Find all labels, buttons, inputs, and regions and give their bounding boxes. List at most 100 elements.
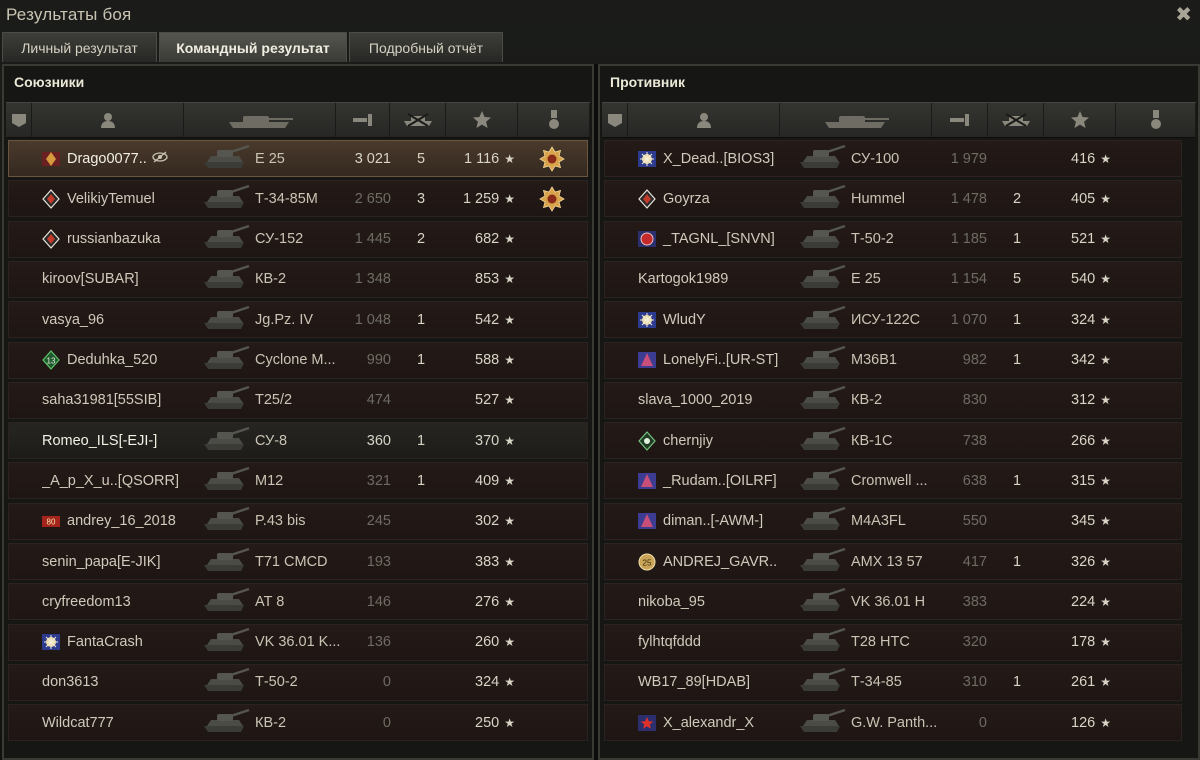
experience-cell: 1 116 ★ bbox=[449, 141, 515, 176]
kills-value: 1 bbox=[1012, 472, 1022, 489]
player-name[interactable]: WB17_89[HDAB] bbox=[638, 674, 750, 690]
close-icon[interactable]: ✖ bbox=[1175, 2, 1192, 27]
player-name[interactable]: ANDREJ_GAVR.. bbox=[663, 554, 777, 570]
column-header-experience-star[interactable] bbox=[446, 103, 518, 137]
player-name[interactable]: Kartogok1989 bbox=[638, 271, 728, 287]
player-name[interactable]: vasya_96 bbox=[42, 312, 104, 328]
column-header-medal[interactable] bbox=[1116, 103, 1196, 137]
player-row[interactable]: vasya_96 Jg.Pz. IV 1 048 1 542 ★ bbox=[8, 301, 588, 339]
vehicle-name: T28 HTC bbox=[851, 634, 910, 651]
player-name[interactable]: andrey_16_2018 bbox=[67, 513, 176, 529]
kills-value bbox=[989, 141, 1045, 176]
player-row[interactable]: Romeo_ILS[-EJI-] СУ-8 360 1 370 ★ bbox=[8, 422, 588, 460]
player-row[interactable]: don3613 Т-50-2 0 324 ★ bbox=[8, 663, 588, 701]
column-header-kills[interactable] bbox=[390, 103, 446, 137]
column-header-player[interactable] bbox=[628, 103, 780, 137]
player-row[interactable]: _TAGNL_[SNVN] Т-50-2 1 185 1 521 ★ bbox=[604, 220, 1182, 258]
player-row[interactable]: 80 andrey_16_2018 P.43 bis 245 302 ★ bbox=[8, 502, 588, 540]
player-name[interactable]: Drago0077.. bbox=[67, 151, 147, 167]
player-name[interactable]: cryfreedom13 bbox=[42, 594, 131, 610]
player-name[interactable]: russianbazuka bbox=[67, 231, 161, 247]
player-row[interactable]: LonelyFi..[UR-ST] M36B1 982 1 342 ★ bbox=[604, 341, 1182, 379]
experience-cell: 126 ★ bbox=[1045, 705, 1111, 740]
column-header-platoon[interactable] bbox=[6, 103, 32, 137]
player-row[interactable]: WB17_89[HDAB] Т-34-85 310 1 261 ★ bbox=[604, 663, 1182, 701]
column-header-kills[interactable] bbox=[988, 103, 1044, 137]
tab-team-result[interactable]: Командный результат bbox=[159, 32, 347, 62]
experience-value: 682 bbox=[475, 231, 500, 248]
player-name[interactable]: senin_papa[E-JIK] bbox=[42, 554, 161, 570]
player-row[interactable]: Wildcat777 КВ-2 0 250 ★ bbox=[8, 704, 588, 742]
player-name[interactable]: _TAGNL_[SNVN] bbox=[663, 231, 775, 247]
column-header-experience-star[interactable] bbox=[1044, 103, 1116, 137]
player-row[interactable]: fylhtqfddd T28 HTC 320 178 ★ bbox=[604, 623, 1182, 661]
player-name[interactable]: Wildcat777 bbox=[42, 715, 114, 731]
column-header-medal[interactable] bbox=[518, 103, 590, 137]
player-name[interactable]: kiroov[SUBAR] bbox=[42, 271, 139, 287]
player-name[interactable]: VelikiyTemuel bbox=[67, 191, 155, 207]
player-name[interactable]: slava_1000_2019 bbox=[638, 392, 753, 408]
player-row[interactable]: 13 Deduhka_520 Cyclone M... 990 1 588 ★ bbox=[8, 341, 588, 379]
player-row[interactable]: diman..[-AWM-] M4A3FL 550 345 ★ bbox=[604, 502, 1182, 540]
player-row[interactable]: _Rudam..[OILRF] Cromwell ... 638 1 315 ★ bbox=[604, 462, 1182, 500]
tab-personal-result[interactable]: Личный результат bbox=[2, 32, 157, 62]
window-title: Результаты боя bbox=[6, 5, 132, 24]
player-name[interactable]: fylhtqfddd bbox=[638, 634, 701, 650]
player-row[interactable]: VelikiyTemuel Т-34-85М 2 650 3 1 259 ★ bbox=[8, 180, 588, 218]
player-name[interactable]: diman..[-AWM-] bbox=[663, 513, 763, 529]
player-row[interactable]: 25 ANDREJ_GAVR.. AMX 13 57 417 1 326 ★ bbox=[604, 543, 1182, 580]
player-name[interactable]: Deduhka_520 bbox=[67, 352, 157, 368]
player-row[interactable]: saha31981[55SIB] T25/2 474 527 ★ bbox=[8, 381, 588, 419]
player-name[interactable]: saha31981[55SIB] bbox=[42, 392, 161, 408]
vehicle-icon bbox=[201, 222, 255, 256]
column-header-player[interactable] bbox=[32, 103, 184, 137]
damage-value: 990 bbox=[366, 352, 391, 368]
kills-value bbox=[989, 383, 1045, 418]
column-header-platoon[interactable] bbox=[602, 103, 628, 137]
player-name[interactable]: chernjiy bbox=[663, 433, 713, 449]
experience-value: 315 bbox=[1071, 472, 1096, 489]
player-name[interactable]: Romeo_ILS[-EJI-] bbox=[42, 433, 157, 449]
player-name[interactable]: LonelyFi..[UR-ST] bbox=[663, 352, 778, 368]
kills-value: 3 bbox=[416, 190, 426, 207]
player-name[interactable]: WludY bbox=[663, 312, 706, 328]
player-name[interactable]: _Rudam..[OILRF] bbox=[663, 473, 777, 489]
player-name[interactable]: X_alexandr_X bbox=[663, 715, 754, 731]
experience-value: 588 bbox=[475, 352, 500, 368]
player-row[interactable]: X_Dead..[BIOS3] СУ-100 1 979 416 ★ bbox=[604, 140, 1182, 177]
medal-award-icon[interactable] bbox=[539, 181, 569, 216]
vehicle-name: AT 8 bbox=[255, 593, 285, 610]
player-row[interactable]: FantaCrash VK 36.01 K... 136 260 ★ bbox=[8, 623, 588, 661]
damage-value: 982 bbox=[962, 352, 987, 368]
allies-column-header bbox=[6, 102, 590, 138]
player-row[interactable]: X_alexandr_X G.W. Panth... 0 126 ★ bbox=[604, 704, 1182, 742]
column-header-tank[interactable] bbox=[184, 103, 336, 137]
vehicle-icon bbox=[201, 464, 255, 498]
player-name[interactable]: don3613 bbox=[42, 674, 98, 690]
player-row[interactable]: Kartogok1989 E 25 1 154 5 540 ★ bbox=[604, 260, 1182, 298]
player-name[interactable]: nikoba_95 bbox=[638, 594, 705, 610]
player-row[interactable]: nikoba_95 VK 36.01 H 383 224 ★ bbox=[604, 583, 1182, 621]
player-name[interactable]: Goyrza bbox=[663, 191, 710, 207]
column-header-damage[interactable] bbox=[336, 103, 390, 137]
player-name[interactable]: X_Dead..[BIOS3] bbox=[663, 151, 774, 167]
player-row[interactable]: Goyrza Hummel 1 478 2 405 ★ bbox=[604, 180, 1182, 218]
column-header-tank[interactable] bbox=[780, 103, 932, 137]
player-row[interactable]: senin_papa[E-JIK] T71 CMCD 193 383 ★ bbox=[8, 543, 588, 580]
player-row[interactable]: russianbazuka СУ-152 1 445 2 682 ★ bbox=[8, 220, 588, 258]
player-row[interactable]: slava_1000_2019 КВ-2 830 312 ★ bbox=[604, 381, 1182, 419]
player-row[interactable]: chernjiy КВ-1С 738 266 ★ bbox=[604, 422, 1182, 460]
player-name[interactable]: FantaCrash bbox=[67, 634, 143, 650]
player-row[interactable]: WludY ИСУ-122С 1 070 1 324 ★ bbox=[604, 301, 1182, 339]
tab-detailed-report[interactable]: Подробный отчёт bbox=[349, 32, 503, 62]
vehicle-name: Т-50-2 bbox=[255, 674, 298, 691]
medal-award-icon[interactable] bbox=[539, 141, 569, 176]
damage-value: 550 bbox=[962, 513, 987, 530]
player-row[interactable]: _A_p_X_u..[QSORR] M12 321 1 409 ★ bbox=[8, 462, 588, 500]
player-row[interactable]: kiroov[SUBAR] КВ-2 1 348 853 ★ bbox=[8, 260, 588, 298]
player-row[interactable]: Drago0077.. Е 25 3 021 5 1 116 ★ bbox=[8, 140, 588, 177]
column-header-damage[interactable] bbox=[932, 103, 988, 137]
player-name[interactable]: _A_p_X_u..[QSORR] bbox=[42, 473, 179, 489]
player-row[interactable]: cryfreedom13 AT 8 146 276 ★ bbox=[8, 583, 588, 621]
vehicle-icon bbox=[797, 222, 851, 256]
